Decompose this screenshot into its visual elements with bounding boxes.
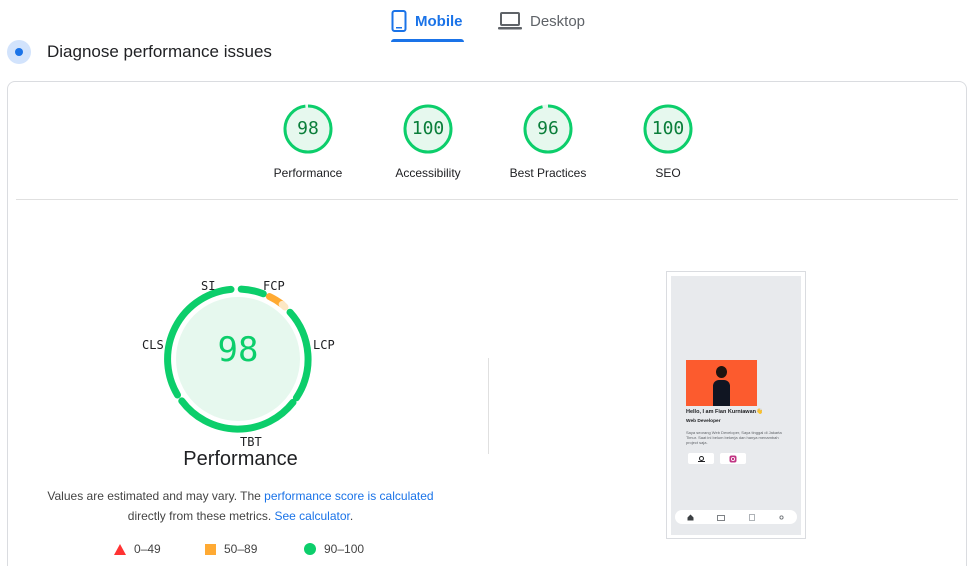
legend-range: 0–49 bbox=[134, 542, 161, 556]
score-ring: 100 bbox=[403, 104, 453, 154]
tab-mobile[interactable]: Mobile bbox=[391, 0, 464, 42]
profile-photo bbox=[686, 360, 757, 406]
metric-label-lcp: LCP bbox=[313, 338, 335, 352]
score-value: 98 bbox=[297, 118, 319, 139]
score-ring: 96 bbox=[523, 104, 573, 154]
metric-label-si: SI bbox=[201, 279, 216, 293]
diagnose-icon bbox=[7, 40, 31, 64]
circle-icon bbox=[304, 543, 316, 555]
triangle-icon bbox=[114, 543, 126, 555]
gauge-best-practices[interactable]: 96 Best Practices bbox=[493, 104, 603, 180]
score-legend: 0–49 50–89 90–100 bbox=[8, 542, 458, 558]
device-tabs: Mobile Desktop bbox=[0, 0, 969, 42]
see-calculator-link[interactable]: See calculator bbox=[274, 509, 349, 523]
tab-desktop-label: Desktop bbox=[530, 12, 586, 30]
note-text: Values are estimated and may vary. The bbox=[47, 489, 265, 503]
score-value: 100 bbox=[411, 118, 445, 139]
legend-range: 50–89 bbox=[224, 542, 258, 556]
vertical-separator bbox=[488, 358, 489, 454]
tab-mobile-label: Mobile bbox=[415, 12, 463, 30]
score-note: Values are estimated and may vary. The p… bbox=[28, 486, 453, 526]
performance-title: Performance bbox=[183, 448, 298, 470]
square-icon bbox=[205, 543, 216, 555]
si-segment bbox=[237, 285, 267, 298]
metric-label-tbt: TBT bbox=[240, 435, 262, 449]
score-ring: 98 bbox=[283, 104, 333, 154]
performance-score: 98 bbox=[217, 330, 259, 370]
gauge-seo[interactable]: 100 SEO bbox=[613, 104, 723, 180]
smartphone-icon bbox=[391, 10, 407, 32]
divider bbox=[16, 199, 958, 200]
note-text: directly from these metrics. bbox=[127, 509, 275, 523]
screenshot-screen: Hello, I am Fian Kurniawan👋 Web Develope… bbox=[671, 276, 801, 535]
instagram-icon bbox=[729, 455, 737, 462]
diagnose-title: Diagnose performance issues bbox=[47, 42, 272, 61]
metric-label-cls: CLS bbox=[142, 338, 164, 352]
legend-range: 90–100 bbox=[324, 542, 365, 556]
screenshot-subtitle: Web Developer bbox=[686, 419, 721, 424]
instagram-button bbox=[720, 453, 746, 464]
category-gauges: 98 Performance 100 Accessibility 96 Best… bbox=[8, 104, 966, 194]
sun-icon bbox=[778, 508, 785, 526]
github-icon bbox=[697, 455, 705, 462]
score-label: Accessibility bbox=[395, 166, 461, 180]
document-icon bbox=[748, 508, 755, 526]
score-ring: 100 bbox=[643, 104, 693, 154]
gauge-accessibility[interactable]: 100 Accessibility bbox=[373, 104, 483, 180]
legend-pass: 90–100 bbox=[304, 542, 364, 556]
performance-gauge: 98 bbox=[138, 272, 338, 472]
gauge-performance[interactable]: 98 Performance bbox=[253, 104, 363, 180]
screenshot-description: Saya seorang Web Developer, Saya tinggal… bbox=[686, 430, 782, 445]
tab-desktop[interactable]: Desktop bbox=[498, 0, 593, 42]
score-value: 100 bbox=[651, 118, 685, 139]
bottom-nav bbox=[675, 510, 797, 524]
score-label: Best Practices bbox=[509, 166, 587, 180]
final-screenshot[interactable]: Hello, I am Fian Kurniawan👋 Web Develope… bbox=[666, 271, 806, 539]
metric-label-fcp: FCP bbox=[263, 279, 285, 293]
person-image bbox=[713, 366, 730, 406]
fcp-segment-rest bbox=[278, 300, 289, 311]
screenshot-title: Hello, I am Fian Kurniawan👋 bbox=[686, 409, 763, 415]
report-card: 98 Performance 100 Accessibility 96 Best… bbox=[7, 81, 967, 566]
score-label: Performance bbox=[273, 166, 343, 180]
home-icon bbox=[687, 508, 694, 526]
github-button bbox=[688, 453, 714, 464]
score-label: SEO bbox=[655, 166, 681, 180]
note-text: . bbox=[349, 509, 354, 523]
legend-fail: 0–49 bbox=[114, 542, 161, 556]
diagnose-heading: Diagnose performance issues bbox=[7, 40, 272, 64]
laptop-icon bbox=[498, 11, 522, 31]
card-icon bbox=[717, 508, 726, 526]
active-tab-indicator bbox=[391, 39, 464, 42]
score-value: 96 bbox=[537, 118, 559, 139]
legend-average: 50–89 bbox=[205, 542, 257, 556]
performance-score-link[interactable]: performance score is calculated bbox=[264, 489, 433, 503]
